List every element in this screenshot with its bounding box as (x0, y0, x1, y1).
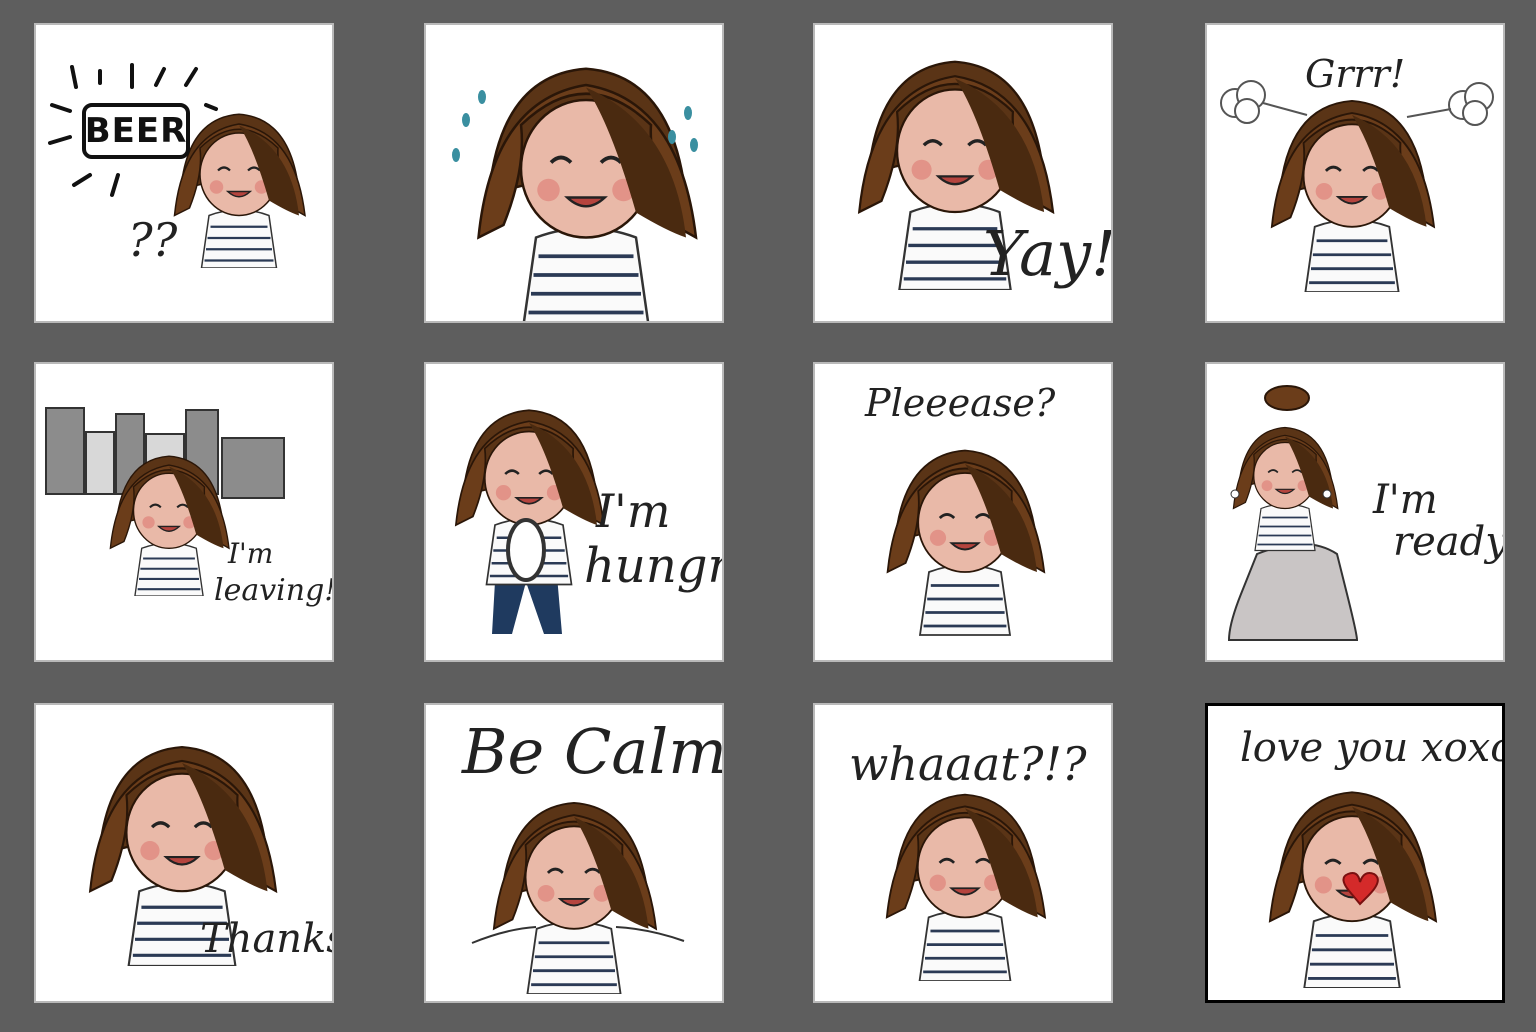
sticker-leaving-illustration (45, 407, 285, 596)
sticker-ready-illustration (1227, 385, 1359, 641)
sticker-hungry[interactable]: I'm hungry! (424, 362, 724, 662)
sticker-yay[interactable]: Yay! (813, 23, 1113, 323)
sticker-caption: I'm (1373, 477, 1438, 523)
sticker-crying-illustration (452, 66, 698, 321)
sticker-caption: Grrr! (1305, 52, 1406, 96)
beer-sign: BEER (82, 103, 190, 159)
sticker-grrr[interactable]: Grrr! (1205, 23, 1505, 323)
sticker-caption-secondary: ready! (1393, 519, 1503, 565)
sticker-please[interactable]: Pleeease? (813, 362, 1113, 662)
sticker-hungry-illustration (454, 408, 606, 634)
sticker-be-calm[interactable]: Be Calm (424, 703, 724, 1003)
sticker-caption: Thanks! (200, 916, 332, 962)
sticker-caption: I'm (596, 484, 671, 538)
sticker-crying[interactable] (424, 23, 724, 323)
sticker-thanks[interactable]: Thanks! (34, 703, 334, 1003)
sticker-caption: whaaat?!? (849, 737, 1087, 791)
sticker-caption-secondary: ?? (128, 213, 178, 267)
sticker-caption: I'm (228, 537, 274, 570)
sticker-grid: BEER ?? Yay! Grrr! I'm leaving! I'm hung… (0, 0, 1536, 1032)
sticker-caption-secondary: leaving! (214, 573, 334, 608)
sticker-love-you[interactable]: love you xoxo (1205, 703, 1505, 1003)
sticker-caption: Pleeease? (865, 381, 1056, 425)
sticker-caption: love you xoxo (1240, 725, 1505, 771)
sticker-caption-secondary: hungry! (584, 538, 722, 594)
sticker-whaaat[interactable]: whaaat?!? (813, 703, 1113, 1003)
sticker-caption: Yay! (983, 217, 1113, 290)
sticker-leaving[interactable]: I'm leaving! (34, 362, 334, 662)
sticker-beer-illustration (48, 63, 307, 268)
sticker-beer[interactable]: BEER ?? (34, 23, 334, 323)
sticker-caption: Be Calm (462, 715, 724, 788)
sticker-ready[interactable]: I'm ready! (1205, 362, 1505, 662)
